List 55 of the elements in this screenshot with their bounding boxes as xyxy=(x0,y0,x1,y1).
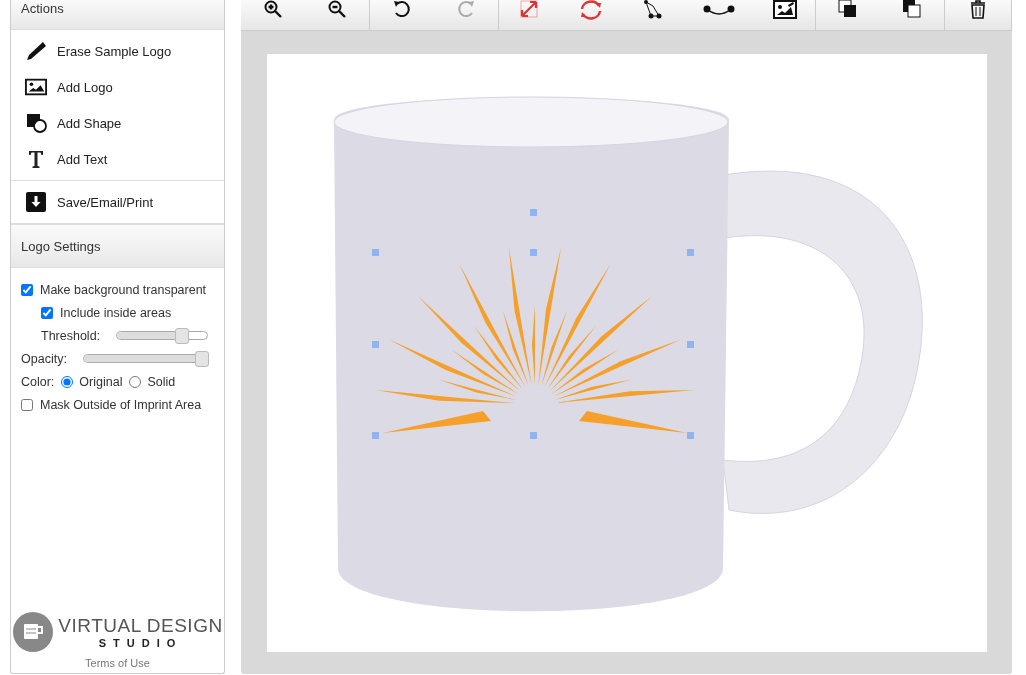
redo-icon xyxy=(456,0,476,20)
selection-handle[interactable] xyxy=(687,249,694,256)
radio-button[interactable] xyxy=(61,376,74,388)
slider[interactable] xyxy=(82,351,209,367)
trash-icon xyxy=(968,0,988,20)
image-edit-icon xyxy=(773,0,797,20)
checkbox-label: Include inside areas xyxy=(60,306,172,320)
selection-handle[interactable] xyxy=(530,209,537,216)
slider[interactable] xyxy=(116,328,209,344)
radio-button[interactable] xyxy=(129,376,142,388)
undo-icon xyxy=(392,0,412,20)
slider-label: Threshold: xyxy=(41,329,101,343)
checkbox-label: Mask Outside of Imprint Area xyxy=(40,398,202,412)
checkbox-label: Make background transparent xyxy=(40,283,207,297)
slider-label: Opacity: xyxy=(21,352,67,366)
checkbox[interactable] xyxy=(21,399,33,411)
radio-label: Solid xyxy=(147,375,176,389)
resize-icon xyxy=(519,0,539,20)
checkbox[interactable] xyxy=(41,307,53,319)
image-icon xyxy=(25,78,47,96)
bring-front-icon xyxy=(838,0,858,20)
text-icon xyxy=(27,149,45,169)
selection-handle[interactable] xyxy=(530,249,537,256)
slider-thumb[interactable] xyxy=(174,328,189,344)
marker-icon xyxy=(25,41,47,61)
shapes-icon xyxy=(25,113,47,133)
nodes-icon xyxy=(643,0,663,20)
selection-handle[interactable] xyxy=(372,249,379,256)
toolbar-button[interactable] xyxy=(900,0,924,20)
action-item[interactable]: Add Logo xyxy=(11,69,224,105)
radio-label: Original xyxy=(79,375,123,389)
brand-name: VIRTUAL DESIGN xyxy=(58,615,223,637)
brand-subtitle: STUDIO xyxy=(98,637,183,649)
selection-handle[interactable] xyxy=(530,432,537,439)
toolbar-button[interactable] xyxy=(773,0,797,20)
section-header: Actions xyxy=(11,0,224,30)
send-back-icon xyxy=(902,0,922,20)
download-icon xyxy=(26,192,46,212)
selection-handle[interactable] xyxy=(687,432,694,439)
checkbox[interactable] xyxy=(21,284,33,296)
action-item[interactable]: Erase Sample Logo xyxy=(11,33,224,69)
selection-handle[interactable] xyxy=(372,432,379,439)
slider-thumb[interactable] xyxy=(194,351,209,367)
selection-handle[interactable] xyxy=(372,341,379,348)
action-item[interactable]: Add Shape xyxy=(11,105,224,141)
selection-handle[interactable] xyxy=(687,341,694,348)
action-item[interactable]: Add Text xyxy=(11,141,224,177)
terms-link[interactable]: Terms of Use xyxy=(85,657,150,669)
zoom-in-icon xyxy=(263,0,283,20)
action-item[interactable]: Save/Email/Print xyxy=(11,184,224,220)
zoom-out-icon xyxy=(327,0,347,20)
curve-icon xyxy=(703,5,735,15)
rotate-icon xyxy=(578,0,604,20)
section-header: Logo Settings xyxy=(11,224,224,268)
radio-group-label: Color: xyxy=(21,375,55,389)
